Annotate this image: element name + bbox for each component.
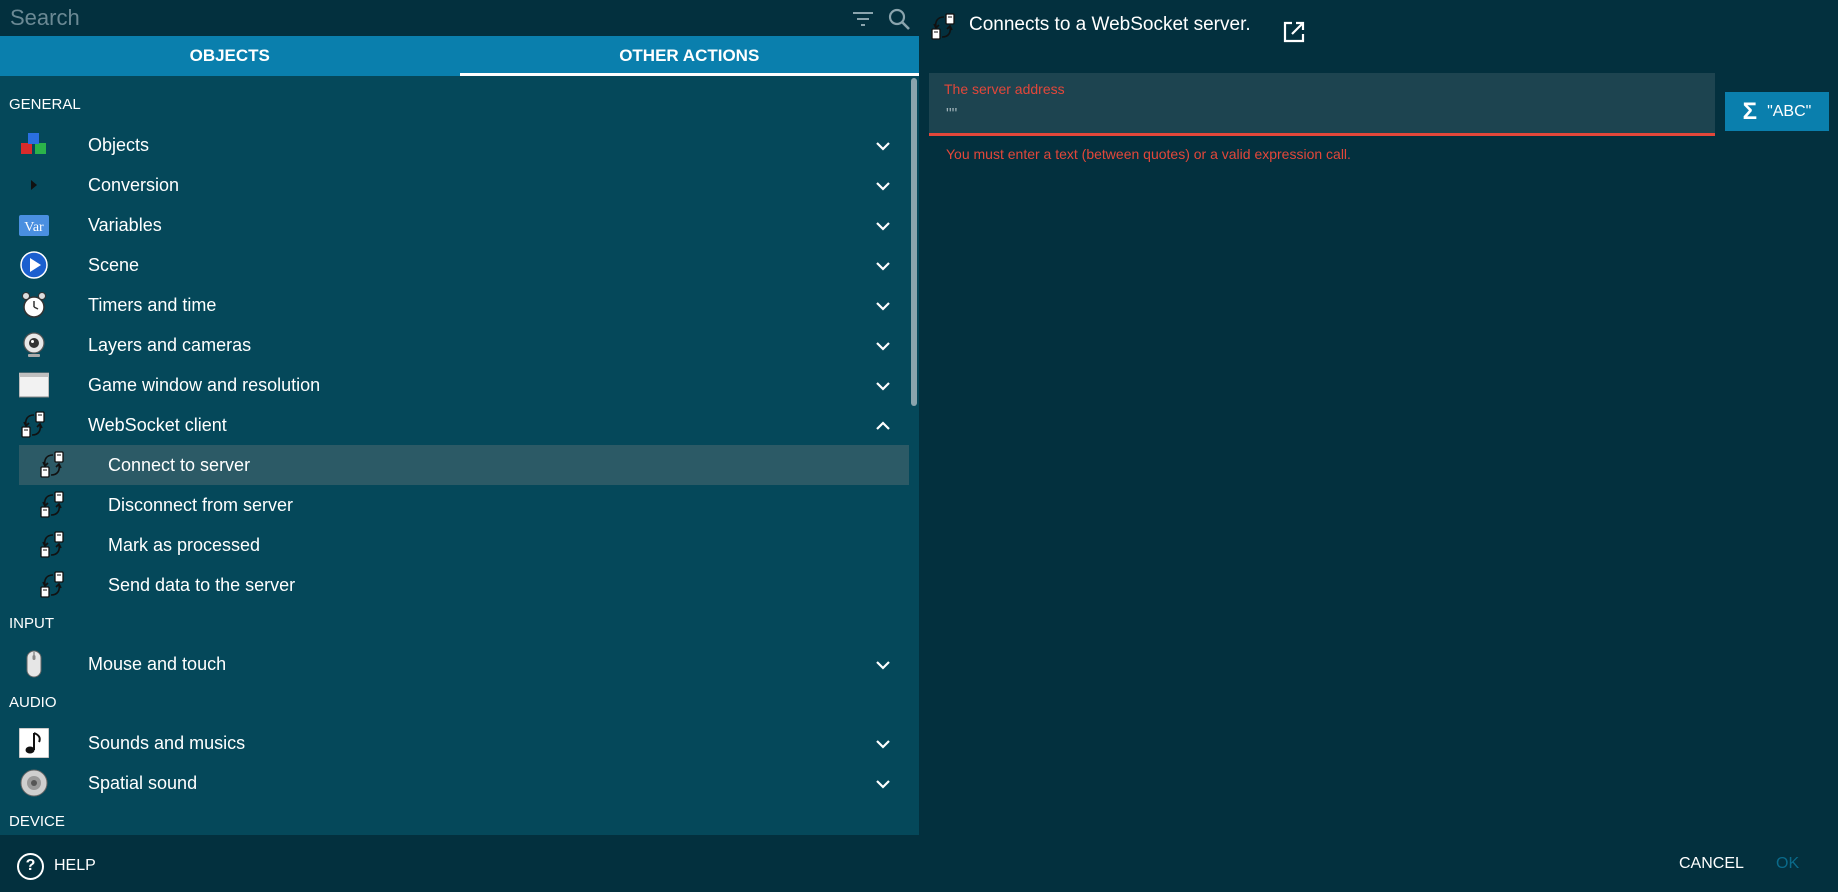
chevron-down-icon [874,137,892,155]
field-label: The server address [944,81,1065,97]
category-mouse-touch[interactable]: Mouse and touch [0,644,909,684]
category-label: Timers and time [88,295,217,315]
field-error-message: You must enter a text (between quotes) o… [946,146,1351,162]
tab-bar: OBJECTS OTHER ACTIONS [0,36,919,76]
search-input[interactable] [8,2,832,34]
action-label: Disconnect from server [108,495,294,515]
server-address-field: The server address [929,73,1715,136]
websocket-icon [38,450,68,480]
category-label: WebSocket client [88,415,227,435]
action-label: Connect to server [108,455,251,475]
category-label: Conversion [88,175,180,195]
category-scene[interactable]: Scene [0,245,909,285]
action-label: Send data to the server [108,575,296,595]
search-icon[interactable] [885,5,913,33]
category-websocket[interactable]: WebSocket client [0,405,909,445]
chevron-up-icon [874,417,892,435]
category-conversion[interactable]: Conversion [0,165,909,205]
category-label: Objects [88,135,150,155]
action-label: Mark as processed [108,535,261,555]
category-game-window[interactable]: Game window and resolution [0,365,909,405]
category-layers[interactable]: Layers and cameras [0,325,909,365]
speaker-icon [19,768,49,798]
websocket-icon [38,530,68,560]
action-mark-as-processed[interactable]: Mark as processed [0,525,909,565]
window-icon [19,370,49,400]
action-connect-to-server[interactable]: Connect to server [19,445,909,485]
chevron-down-icon [874,656,892,674]
play-triangle-icon [19,170,49,200]
string-expression-editor-button[interactable]: Σ "ABC" [1725,92,1829,131]
abc-label: "ABC" [1767,102,1812,120]
category-sounds-musics[interactable]: Sounds and musics [0,723,909,763]
websocket-icon [38,570,68,600]
action-disconnect-from-server[interactable]: Disconnect from server [0,485,909,525]
ok-button[interactable]: OK [1776,855,1799,873]
server-address-input[interactable] [944,101,1698,129]
mouse-icon [19,649,49,679]
help-label: HELP [54,857,96,874]
category-timers[interactable]: Timers and time [0,285,909,325]
category-objects[interactable]: Objects [0,125,909,165]
section-header-general: GENERAL [9,96,81,113]
chevron-down-icon [874,257,892,275]
webcam-icon [19,330,49,360]
category-variables[interactable]: Var Variables [0,205,909,245]
action-send-data[interactable]: Send data to the server [0,565,909,605]
objects-icon [19,130,49,160]
category-label: Game window and resolution [88,375,321,395]
tab-other-actions[interactable]: OTHER ACTIONS [459,36,920,76]
chevron-down-icon [874,735,892,753]
search-bar [0,0,919,36]
scene-play-icon [19,250,49,280]
instruction-description: Connects to a WebSocket server. [969,14,1251,35]
cancel-button[interactable]: CANCEL [1679,855,1744,873]
category-label: Layers and cameras [88,335,252,355]
tab-objects[interactable]: OBJECTS [0,36,460,76]
websocket-icon [19,410,49,440]
chevron-down-icon [874,177,892,195]
section-header-audio: AUDIO [9,694,57,711]
open-external-link-icon[interactable] [1280,18,1308,46]
chevron-down-icon [874,337,892,355]
chevron-down-icon [874,775,892,793]
variables-icon-text: Var [24,220,44,235]
websocket-icon [929,12,959,42]
sigma-icon: Σ [1742,97,1758,125]
category-label: Spatial sound [88,773,198,793]
parameters-panel: Connects to a WebSocket server. The serv… [919,0,1838,835]
category-spatial-sound[interactable]: Spatial sound [0,763,909,803]
variables-icon: Var [19,210,49,240]
help-button[interactable]: ? HELP [17,852,96,880]
section-header-input: INPUT [9,615,54,632]
category-label: Mouse and touch [88,654,227,674]
category-label: Scene [88,255,140,275]
category-label: Variables [88,215,162,235]
alarm-clock-icon [19,290,49,320]
category-label: Sounds and musics [88,733,246,753]
chevron-down-icon [874,297,892,315]
scroll-thumb[interactable] [911,78,917,406]
section-header-device: DEVICE [9,813,65,830]
help-icon: ? [17,852,44,880]
music-note-icon [19,728,49,758]
websocket-icon [38,490,68,520]
list-scrollbar[interactable] [909,76,919,835]
instruction-list: GENERAL Objects Conversion Var Variables [0,76,909,835]
chevron-down-icon [874,217,892,235]
instruction-list-panel: OBJECTS OTHER ACTIONS GENERAL Objects Co… [0,0,919,835]
chevron-down-icon [874,377,892,395]
filter-icon[interactable] [849,5,877,33]
dialog-footer: ? HELP CANCEL OK [0,835,1838,892]
